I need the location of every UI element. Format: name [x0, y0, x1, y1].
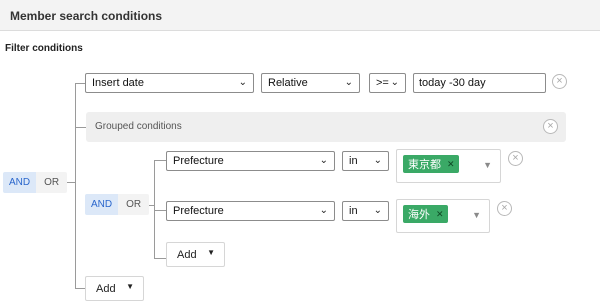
group-connector-condition-2 [154, 210, 166, 211]
prefecture-multiselect-1[interactable]: 東京都 ✕ ▼ [396, 149, 501, 183]
root-operator-toggle: AND OR [3, 172, 68, 193]
relative-mode-select[interactable]: Relative ⌄ [261, 73, 360, 93]
prefecture-multiselect-2[interactable]: 海外 ✕ ▼ [396, 199, 490, 233]
comparator-select[interactable]: >= ⌄ [369, 73, 406, 93]
in-operator-select-1[interactable]: in ⌄ [342, 151, 389, 171]
tag-tokyo: 東京都 ✕ [403, 155, 459, 173]
insert-date-field-value: Insert date [92, 77, 144, 89]
group-add-button[interactable]: Add ▼ [166, 242, 225, 267]
tag-remove-icon[interactable]: ✕ [447, 159, 455, 170]
chevron-down-icon: ⌄ [373, 205, 382, 216]
panel-title: Member search conditions [10, 9, 163, 23]
remove-condition-icon[interactable]: × [508, 151, 523, 166]
prefecture-field-value-2: Prefecture [173, 205, 224, 217]
insert-date-field-select[interactable]: Insert date ⌄ [85, 73, 254, 93]
tag-overseas-label: 海外 [408, 209, 430, 221]
grouped-conditions-label: Grouped conditions [95, 121, 182, 132]
chevron-down-icon: ⌄ [319, 155, 328, 166]
section-title: Filter conditions [5, 43, 83, 54]
group-connector-add [154, 258, 166, 259]
caret-down-icon: ▼ [207, 248, 215, 257]
in-operator-value-2: in [349, 205, 358, 217]
chevron-down-icon: ⌄ [238, 77, 247, 88]
remove-condition-icon[interactable]: × [552, 74, 567, 89]
dropdown-caret-icon[interactable]: ▼ [472, 210, 481, 220]
group-or-button[interactable]: OR [118, 194, 150, 215]
comparator-value: >= [376, 77, 389, 89]
root-connector-vertical [75, 83, 76, 289]
relative-mode-value: Relative [268, 77, 308, 89]
chevron-down-icon: ⌄ [373, 155, 382, 166]
group-operator-toggle: AND OR [85, 194, 150, 215]
group-add-label: Add [177, 248, 197, 261]
tag-overseas: 海外 ✕ [403, 205, 448, 223]
prefecture-field-select-1[interactable]: Prefecture ⌄ [166, 151, 335, 171]
root-connector-group [75, 127, 86, 128]
prefecture-field-value-1: Prefecture [173, 155, 224, 167]
tag-remove-icon[interactable]: ✕ [436, 209, 444, 220]
tag-tokyo-label: 東京都 [408, 159, 441, 171]
chevron-down-icon: ⌄ [344, 77, 353, 88]
group-connector-condition-1 [154, 160, 166, 161]
date-value-input[interactable] [413, 73, 546, 93]
chevron-down-icon: ⌄ [390, 77, 399, 88]
dropdown-caret-icon[interactable]: ▼ [483, 160, 492, 170]
prefecture-field-select-2[interactable]: Prefecture ⌄ [166, 201, 335, 221]
root-add-button[interactable]: Add ▼ [85, 276, 144, 301]
remove-condition-icon[interactable]: × [497, 201, 512, 216]
in-operator-select-2[interactable]: in ⌄ [342, 201, 389, 221]
root-connector-add [75, 288, 85, 289]
chevron-down-icon: ⌄ [319, 205, 328, 216]
group-and-button[interactable]: AND [85, 194, 119, 215]
root-or-button[interactable]: OR [36, 172, 68, 193]
root-and-button[interactable]: AND [3, 172, 37, 193]
remove-group-icon[interactable]: × [543, 119, 558, 134]
root-add-label: Add [96, 282, 116, 295]
in-operator-value-1: in [349, 155, 358, 167]
root-connector-condition [75, 83, 85, 84]
caret-down-icon: ▼ [126, 282, 134, 291]
